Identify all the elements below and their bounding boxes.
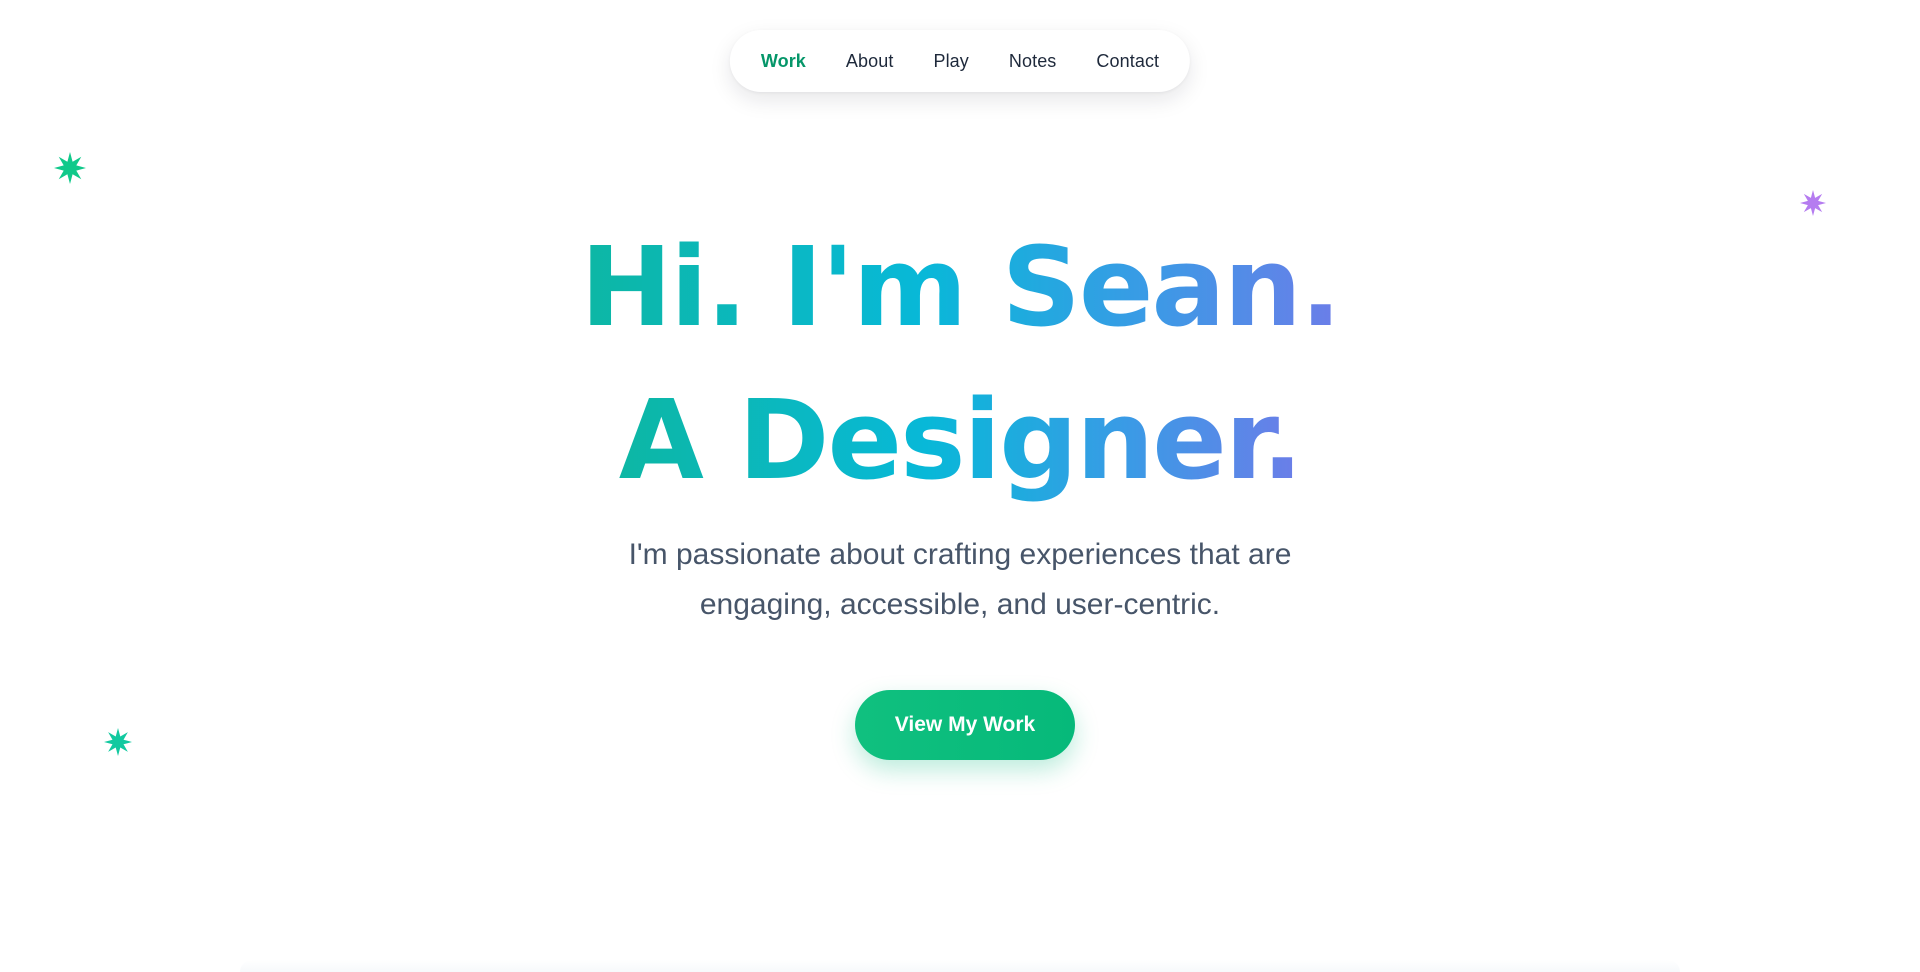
nav-item-about[interactable]: About (846, 51, 894, 72)
hero-subtitle: I'm passionate about crafting experience… (0, 530, 1920, 630)
view-my-work-button[interactable]: View My Work (855, 690, 1075, 760)
nav-item-play[interactable]: Play (933, 51, 968, 72)
nav-item-contact[interactable]: Contact (1096, 51, 1159, 72)
sparkle-icon (104, 728, 132, 756)
sparkle-icon (54, 152, 86, 184)
hero-headline-text-2: A Designer. (618, 376, 1304, 504)
hero-headline-text-1: Hi. I'm Sean. (580, 223, 1342, 351)
nav-item-notes[interactable]: Notes (1009, 51, 1057, 72)
hero-headline-line-2: A Designer. (0, 365, 1920, 515)
top-nav: Work About Play Notes Contact (729, 30, 1191, 92)
content-cards-edge (240, 960, 1680, 972)
hero-headline-line-1: Hi. I'm Sean. (0, 212, 1920, 362)
hero-subtitle-line-1: I'm passionate about crafting experience… (628, 538, 1292, 571)
hero-subtitle-line-2: engaging, accessible, and user-centric. (699, 588, 1221, 621)
nav-item-work[interactable]: Work (761, 51, 806, 72)
